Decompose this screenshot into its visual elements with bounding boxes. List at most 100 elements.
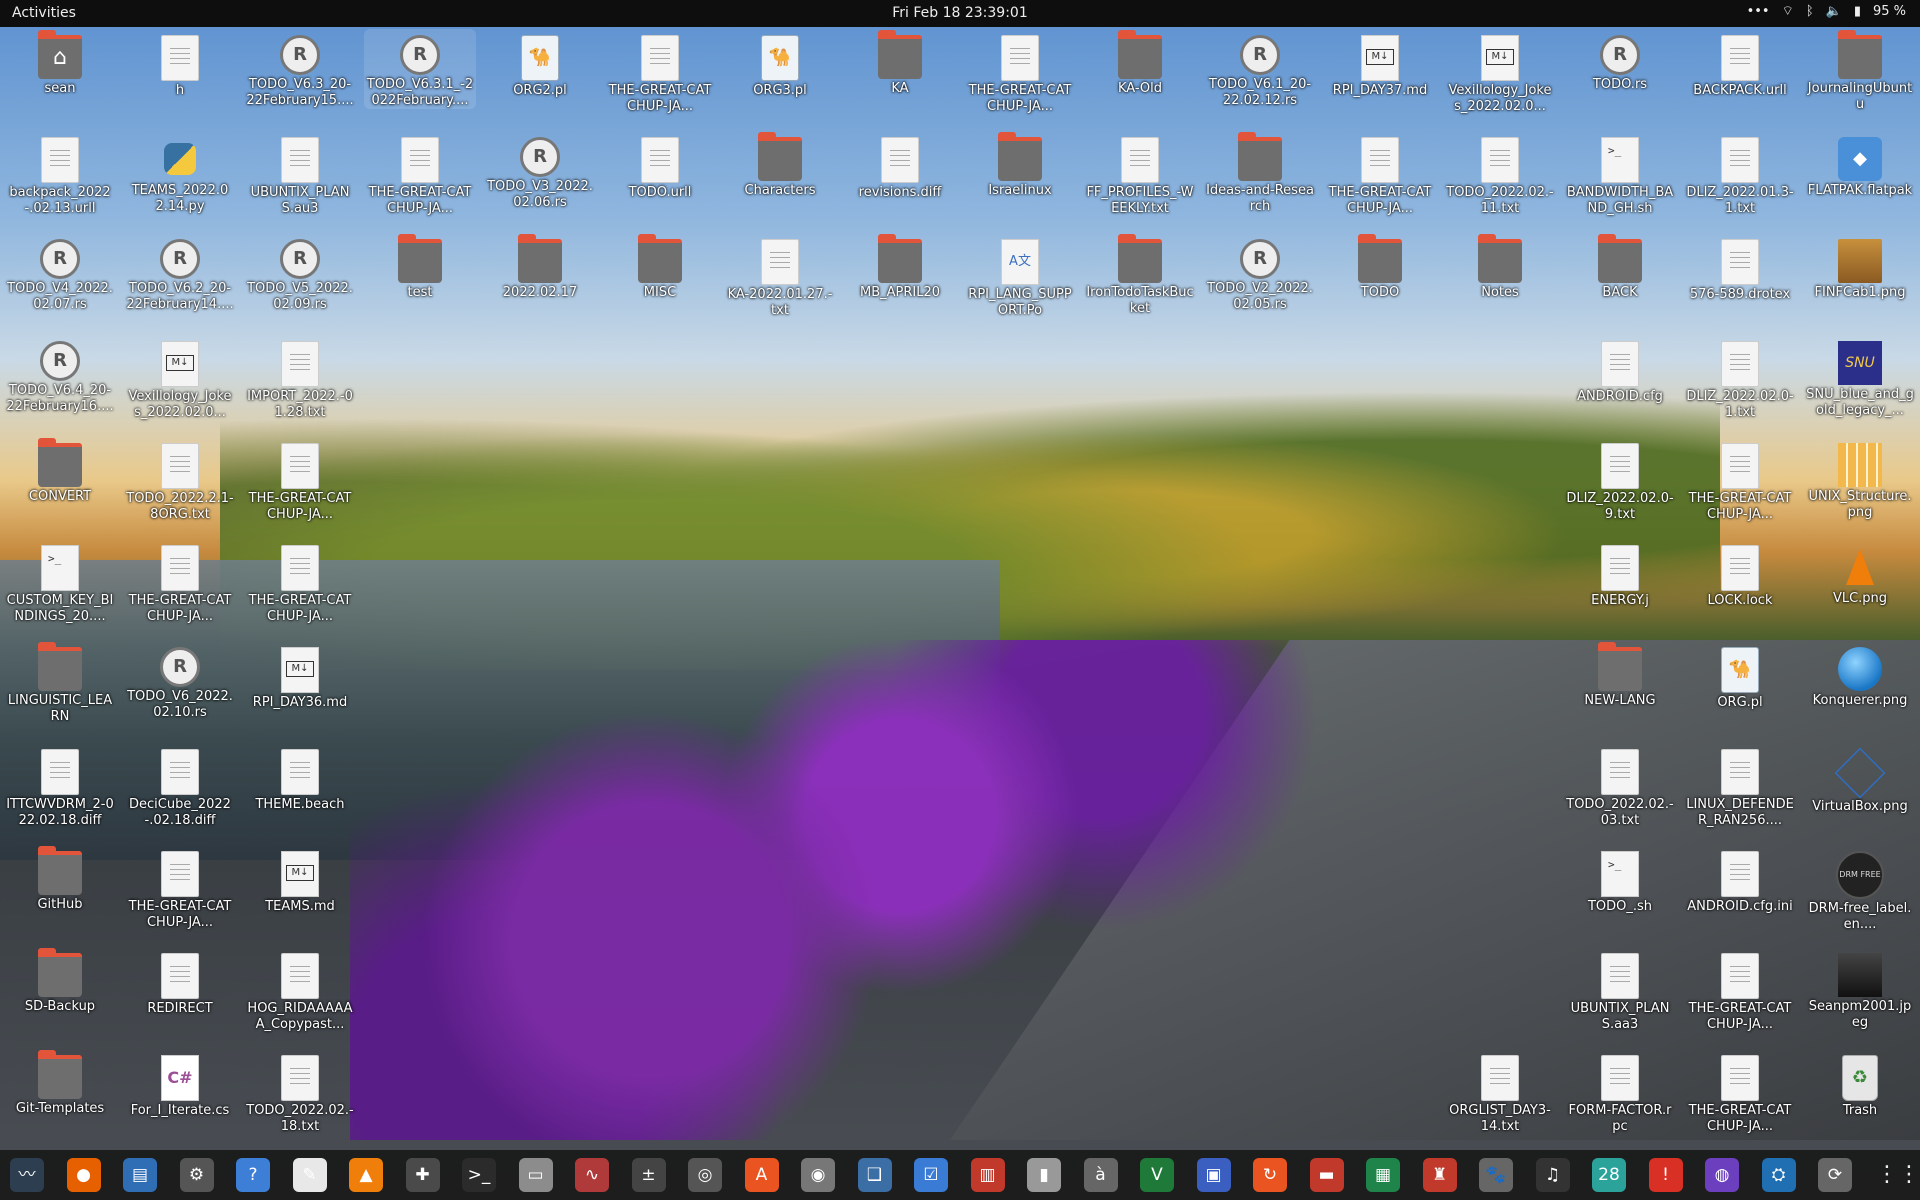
desktop-icon[interactable]: UBUNTIX_PLANS.aa3 bbox=[1564, 947, 1676, 1033]
desktop-icon[interactable]: ORGLIST_DAY3-14.txt bbox=[1444, 1049, 1556, 1135]
archive-icon[interactable]: ▮ bbox=[1027, 1158, 1061, 1192]
desktop-icon[interactable]: ANDROID.cfg bbox=[1564, 335, 1676, 405]
desktop-icon[interactable]: LINUX_DEFENDER_RAN256.... bbox=[1684, 743, 1796, 829]
system-monitor-icon[interactable]: 〰 bbox=[10, 1158, 44, 1192]
desktop-icon[interactable]: UBUNTIX_PLANS.au3 bbox=[244, 131, 356, 217]
desktop-icon[interactable]: ANDROID.cfg.ini bbox=[1684, 845, 1796, 915]
desktop-icon[interactable]: TODO_.sh bbox=[1564, 845, 1676, 915]
desktop-icon[interactable]: 576-589.drotex bbox=[1684, 233, 1796, 303]
desktop-icon[interactable]: KA-Old bbox=[1084, 29, 1196, 97]
desktop-icon[interactable]: CUSTOM_KEY_BINDINGS_20.... bbox=[4, 539, 116, 625]
folder-icon[interactable]: ▭ bbox=[518, 1158, 553, 1192]
vim-icon[interactable]: V bbox=[1140, 1158, 1174, 1192]
desktop-icon[interactable]: SNU_blue_and_gold_legacy_... bbox=[1804, 335, 1916, 419]
settings-icon[interactable]: ⚙ bbox=[179, 1158, 214, 1192]
vlc-icon[interactable]: ▲ bbox=[349, 1158, 383, 1192]
spreadsheet-icon[interactable]: ▦ bbox=[1366, 1158, 1400, 1192]
desktop-icon[interactable]: BACK bbox=[1564, 233, 1676, 301]
calculator-icon[interactable]: ± bbox=[631, 1158, 666, 1192]
desktop-icon[interactable]: CONVERT bbox=[4, 437, 116, 505]
document-viewer-icon[interactable]: ▥ bbox=[970, 1158, 1005, 1192]
text-editor-icon[interactable]: ✎ bbox=[292, 1158, 327, 1192]
desktop-icon[interactable]: RPI_DAY36.md bbox=[244, 641, 356, 711]
desktop-icon[interactable]: DLIZ_2022.02.0-9.txt bbox=[1564, 437, 1676, 523]
desktop-icon[interactable]: backpack_2022-.02.13.urll bbox=[4, 131, 116, 217]
desktop-icon[interactable]: BACKPACK.urll bbox=[1684, 29, 1796, 99]
desktop-icon[interactable]: TODO_V6.3_20-22February15.... bbox=[244, 29, 356, 109]
backup-icon[interactable]: ↻ bbox=[1253, 1158, 1287, 1192]
desktop-icon[interactable]: BANDWIDTH_BAND_GH.sh bbox=[1564, 131, 1676, 217]
book-icon[interactable]: ❑ bbox=[857, 1158, 892, 1192]
system-tray[interactable]: ••• ⌔ ᛒ 🔈 ▮ 95 % bbox=[1747, 3, 1906, 20]
desktop-icon[interactable]: TEAMS_2022.02.14.py bbox=[124, 131, 236, 215]
desktop-icon[interactable]: TODO_V5_2022.02.09.rs bbox=[244, 233, 356, 313]
desktop-icon[interactable]: test bbox=[364, 233, 476, 301]
desktop-icon[interactable]: THE-GREAT-CATCHUP-JA... bbox=[124, 845, 236, 931]
remote-desktop-icon[interactable]: ▣ bbox=[1196, 1158, 1231, 1192]
desktop-icon[interactable]: TODO_V6.1_20-22.02.12.rs bbox=[1204, 29, 1316, 109]
music-icon[interactable]: ♫ bbox=[1535, 1158, 1570, 1192]
overflow-icon[interactable]: ••• bbox=[1747, 4, 1770, 19]
desktop-icon[interactable]: Characters bbox=[724, 131, 836, 199]
desktop-icon[interactable]: TODO_V6.3.1_-2022February.... bbox=[364, 29, 476, 109]
files-manager-icon[interactable]: ▤ bbox=[123, 1158, 157, 1192]
clock[interactable]: Fri Feb 18 23:39:01 bbox=[0, 5, 1920, 21]
desktop-icon[interactable]: FF_PROFILES_-WEEKLY.txt bbox=[1084, 131, 1196, 217]
desktop-icon[interactable]: GitHub bbox=[4, 845, 116, 913]
desktop-icon[interactable]: THE-GREAT-CATCHUP-JA... bbox=[244, 437, 356, 523]
desktop-icon[interactable]: 2022.02.17 bbox=[484, 233, 596, 301]
desktop-icon[interactable]: sean bbox=[4, 29, 116, 97]
mario-icon[interactable]: ♜ bbox=[1422, 1158, 1457, 1192]
desktop-icon[interactable]: DeciCube_2022-.02.18.diff bbox=[124, 743, 236, 829]
app-bag-icon[interactable]: ⛭ bbox=[1761, 1158, 1796, 1192]
desktop-icon[interactable]: THE-GREAT-CATCHUP-JA... bbox=[1684, 947, 1796, 1033]
desktop-icon[interactable]: ORG2.pl bbox=[484, 29, 596, 99]
desktop-icon[interactable]: THE-GREAT-CATCHUP-JA... bbox=[124, 539, 236, 625]
desktop-icon[interactable]: TODO_2022.2.1-8ORG.txt bbox=[124, 437, 236, 523]
desktop-icon[interactable]: TODO_2022.02.-18.txt bbox=[244, 1049, 356, 1135]
alert-icon[interactable]: ! bbox=[1648, 1158, 1683, 1192]
updates-icon[interactable]: ⟳ bbox=[1818, 1158, 1852, 1192]
desktop-icon[interactable]: Ideas-and-Research bbox=[1204, 131, 1316, 215]
desktop-icon[interactable]: NEW-LANG bbox=[1564, 641, 1676, 709]
desktop-icon[interactable]: ITTCWVDRM_2-022.02.18.diff bbox=[4, 743, 116, 829]
character-map-icon[interactable]: à bbox=[1083, 1158, 1118, 1192]
desktop-icon[interactable]: REDIRECT bbox=[124, 947, 236, 1017]
desktop-icon[interactable]: IronTodoTaskBucket bbox=[1084, 233, 1196, 317]
desktop-icon[interactable]: TODO.urll bbox=[604, 131, 716, 201]
desktop-icon[interactable]: DLIZ_2022.02.0-1.txt bbox=[1684, 335, 1796, 421]
gimp-icon[interactable]: 🐾 bbox=[1479, 1158, 1513, 1192]
desktop-icon[interactable]: For_I_Iterate.cs bbox=[124, 1049, 236, 1119]
show-apps-button[interactable]: ⋮⋮⋮ bbox=[1876, 1158, 1920, 1192]
desktop-icon[interactable]: VLC.png bbox=[1804, 539, 1916, 607]
desktop-icon[interactable]: RPI_DAY37.md bbox=[1324, 29, 1436, 99]
desktop-icon[interactable]: Trash bbox=[1804, 1049, 1916, 1119]
calendar-icon[interactable]: 28 bbox=[1592, 1158, 1626, 1192]
desktop-icon[interactable]: FINFCab1.png bbox=[1804, 233, 1916, 301]
desktop-icon[interactable]: THE-GREAT-CATCHUP-JA... bbox=[364, 131, 476, 217]
desktop-icon[interactable]: THE-GREAT-CATCHUP-JA... bbox=[1684, 437, 1796, 523]
desktop-icon[interactable]: MISC bbox=[604, 233, 716, 301]
desktop-icon[interactable]: UNIX_Structure.png bbox=[1804, 437, 1916, 521]
disc-icon[interactable]: ◉ bbox=[801, 1158, 835, 1192]
desktop-icon[interactable]: THE-GREAT-CATCHUP-JA... bbox=[604, 29, 716, 115]
desktop-icon[interactable]: Konquerer.png bbox=[1804, 641, 1916, 709]
desktop-icon[interactable]: TODO_V4_2022.02.07.rs bbox=[4, 233, 116, 313]
desktop-icon[interactable]: Git-Templates bbox=[4, 1049, 116, 1117]
desktop-icon[interactable]: TODO_2022.02.-03.txt bbox=[1564, 743, 1676, 829]
desktop-icon[interactable]: FLATPAK.flatpak bbox=[1804, 131, 1916, 199]
desktop-icon[interactable]: TEAMS.md bbox=[244, 845, 356, 915]
firefox-icon[interactable]: ● bbox=[66, 1158, 101, 1192]
desktop-icon[interactable]: VirtualBox.png bbox=[1804, 743, 1916, 815]
desktop-icon[interactable]: KA bbox=[844, 29, 956, 97]
desktop-icon[interactable]: LINGUISTIC_LEARN bbox=[4, 641, 116, 725]
desktop-icon[interactable]: revisions.diff bbox=[844, 131, 956, 201]
puzzle-icon[interactable]: ✚ bbox=[405, 1158, 440, 1192]
desktop-icon[interactable]: TODO bbox=[1324, 233, 1436, 301]
desktop-icon[interactable]: TODO_V6_2022.02.10.rs bbox=[124, 641, 236, 721]
desktop-icon[interactable]: SD-Backup bbox=[4, 947, 116, 1015]
desktop-icon[interactable]: ORG3.pl bbox=[724, 29, 836, 99]
desktop-icon[interactable]: TODO_V6.4_20-22February16.... bbox=[4, 335, 116, 415]
desktop-icon[interactable]: Vexillology_Jokes_2022.02.0... bbox=[1444, 29, 1556, 115]
desktop-icon[interactable]: ENERGY.j bbox=[1564, 539, 1676, 609]
